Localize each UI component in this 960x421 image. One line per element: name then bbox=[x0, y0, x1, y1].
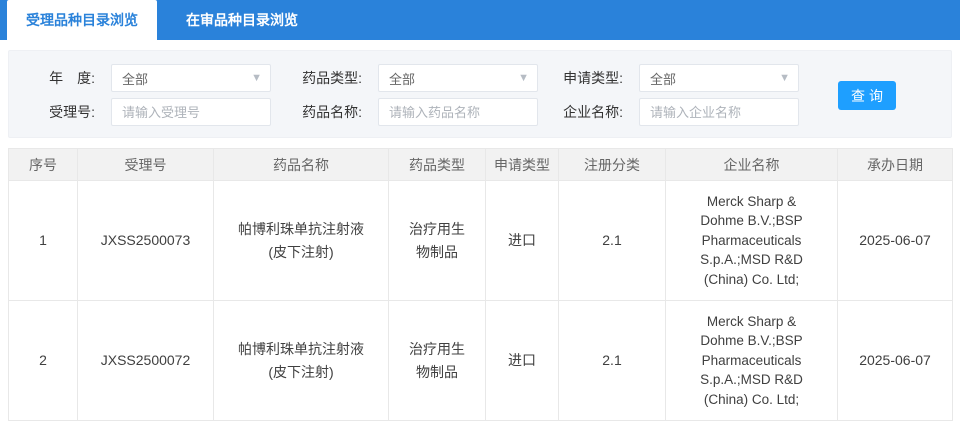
tab-accepted-catalog[interactable]: 受理品种目录浏览 bbox=[7, 0, 157, 40]
cell-drug-name: 帕博利珠单抗注射液 (皮下注射) bbox=[213, 180, 389, 301]
year-label: 年 度: bbox=[49, 70, 95, 86]
table-header-row: 序号 受理号 药品名称 药品类型 申请类型 注册分类 企业名称 承办日期 bbox=[8, 148, 953, 181]
col-header-apply-type: 申请类型 bbox=[485, 148, 559, 181]
col-header-reg-class: 注册分类 bbox=[558, 148, 666, 181]
company-name-label: 企业名称: bbox=[563, 104, 623, 120]
col-header-drug-type: 药品类型 bbox=[388, 148, 486, 181]
cell-date: 2025-06-07 bbox=[837, 300, 953, 421]
cell-company: Merck Sharp & Dohme B.V.;BSP Pharmaceuti… bbox=[665, 300, 838, 421]
search-button[interactable]: 查询 bbox=[838, 81, 896, 110]
table-row: 2 JXSS2500072 帕博利珠单抗注射液 (皮下注射) 治疗用生 物制品 … bbox=[8, 300, 953, 421]
drug-type-select-value: 全部 bbox=[389, 71, 416, 87]
chevron-down-icon: ▼ bbox=[779, 71, 790, 84]
apply-type-select[interactable]: 全部 ▼ bbox=[639, 64, 799, 92]
apply-type-label: 申请类型: bbox=[563, 70, 623, 86]
cell-date: 2025-06-07 bbox=[837, 180, 953, 301]
year-select[interactable]: 全部 ▼ bbox=[111, 64, 271, 92]
drug-type-label: 药品类型: bbox=[302, 70, 362, 86]
results-table: 序号 受理号 药品名称 药品类型 申请类型 注册分类 企业名称 承办日期 1 J… bbox=[8, 148, 953, 421]
col-header-acceptance-no: 受理号 bbox=[77, 148, 214, 181]
col-header-date: 承办日期 bbox=[837, 148, 953, 181]
cell-company: Merck Sharp & Dohme B.V.;BSP Pharmaceuti… bbox=[665, 180, 838, 301]
tab-bar: 受理品种目录浏览 在审品种目录浏览 bbox=[0, 0, 960, 40]
table-row: 1 JXSS2500073 帕博利珠单抗注射液 (皮下注射) 治疗用生 物制品 … bbox=[8, 180, 953, 301]
cell-acceptance-no: JXSS2500073 bbox=[77, 180, 214, 301]
cell-reg-class: 2.1 bbox=[558, 180, 666, 301]
cell-drug-name: 帕博利珠单抗注射液 (皮下注射) bbox=[213, 300, 389, 421]
chevron-down-icon: ▼ bbox=[251, 71, 262, 84]
year-select-value: 全部 bbox=[122, 71, 149, 87]
drug-name-input[interactable] bbox=[378, 98, 538, 126]
col-header-company: 企业名称 bbox=[665, 148, 838, 181]
cell-apply-type: 进口 bbox=[485, 180, 559, 301]
cell-acceptance-no: JXSS2500072 bbox=[77, 300, 214, 421]
acceptance-no-input[interactable] bbox=[111, 98, 271, 126]
cell-apply-type: 进口 bbox=[485, 300, 559, 421]
company-name-input[interactable] bbox=[639, 98, 799, 126]
cell-reg-class: 2.1 bbox=[558, 300, 666, 421]
drug-name-label: 药品名称: bbox=[302, 104, 362, 120]
chevron-down-icon: ▼ bbox=[518, 71, 529, 84]
tab-under-review-catalog[interactable]: 在审品种目录浏览 bbox=[157, 0, 327, 40]
cell-index: 2 bbox=[8, 300, 78, 421]
col-header-drug-name: 药品名称 bbox=[213, 148, 389, 181]
cell-index: 1 bbox=[8, 180, 78, 301]
filter-panel: 年 度: 全部 ▼ 药品类型: 全部 ▼ 申请类型: 全部 ▼ 受理号: 请输入… bbox=[8, 50, 952, 138]
apply-type-select-value: 全部 bbox=[650, 71, 677, 87]
col-header-index: 序号 bbox=[8, 148, 78, 181]
acceptance-no-label: 受理号: bbox=[49, 104, 95, 120]
cell-drug-type: 治疗用生 物制品 bbox=[388, 180, 486, 301]
drug-type-select[interactable]: 全部 ▼ bbox=[378, 64, 538, 92]
cell-drug-type: 治疗用生 物制品 bbox=[388, 300, 486, 421]
